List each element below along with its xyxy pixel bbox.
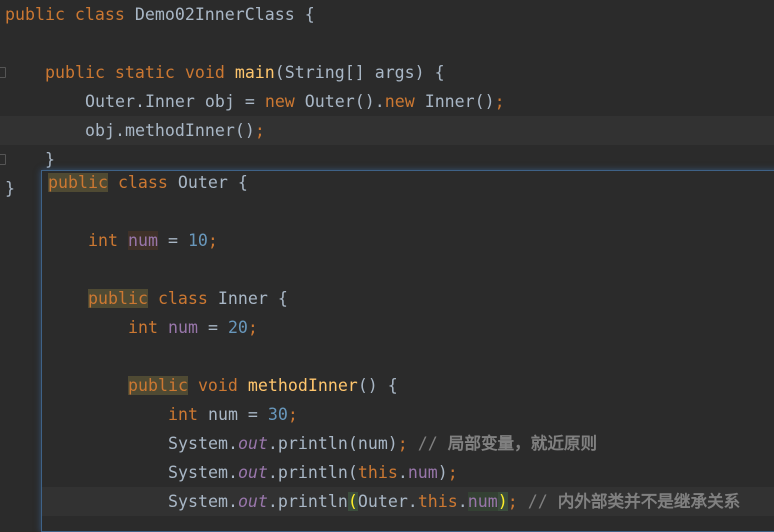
code-token: // (407, 434, 448, 453)
code-token: 20 (227, 318, 248, 337)
code-token: new (264, 92, 305, 111)
code-line[interactable]: int num = 10; (88, 226, 218, 255)
code-token: } (5, 179, 15, 198)
code-line[interactable]: int num = 20; (128, 313, 258, 342)
code-line[interactable]: System.out.println(Outer.this.num); // 内… (168, 487, 740, 516)
code-line[interactable]: System.out.println(this.num); (168, 458, 458, 487)
code-token: 内外部类并不是继承关系 (557, 492, 741, 511)
code-line[interactable]: public void methodInner() { (128, 371, 398, 400)
code-token: num (167, 318, 198, 337)
code-token: ; (207, 231, 218, 250)
code-token: out (237, 434, 268, 453)
code-token: . (457, 492, 468, 511)
code-token: ; (507, 492, 518, 511)
code-token: int (168, 405, 208, 424)
code-token: ; (494, 92, 505, 111)
code-token: ; (287, 405, 298, 424)
code-token: public (48, 173, 108, 192)
code-token: . (397, 463, 408, 482)
code-token: public static void (45, 63, 235, 82)
code-line[interactable]: public class Demo02InnerClass { (5, 0, 315, 29)
code-token: } (45, 150, 55, 169)
code-line[interactable]: System.out.println(num); // 局部变量，就近原则 (168, 429, 597, 458)
code-token: Demo02InnerClass { (134, 5, 315, 24)
code-token: 局部变量，就近原则 (447, 434, 598, 453)
code-token: Inner { (217, 289, 288, 308)
code-token: public (128, 376, 188, 395)
code-token: ( (347, 492, 358, 511)
code-token: ) (437, 463, 448, 482)
code-token: Outer.Inner obj = (85, 92, 265, 111)
code-line[interactable]: Outer.Inner obj = new Outer().new Inner(… (85, 87, 505, 116)
code-token: num (407, 463, 438, 482)
code-line[interactable]: int num = 30; (168, 400, 298, 429)
code-token: num (127, 231, 158, 250)
code-token: (String[] args) { (274, 63, 445, 82)
code-token: out (237, 463, 268, 482)
code-token: methodInner (247, 376, 358, 395)
code-token: obj.methodInner() (85, 121, 255, 140)
code-token: Outer. (357, 492, 418, 511)
code-token: System. (168, 463, 238, 482)
code-token: new (384, 92, 425, 111)
code-token: Outer { (177, 173, 248, 192)
code-token: this (417, 492, 458, 511)
code-token: .println(num) (267, 434, 398, 453)
code-token: void (187, 376, 248, 395)
code-token: System. (168, 434, 238, 453)
code-token: 30 (267, 405, 288, 424)
code-token: ; (254, 121, 265, 140)
code-token: () { (357, 376, 398, 395)
code-token: ; (447, 463, 458, 482)
fold-marker-icon[interactable] (0, 67, 6, 78)
code-token: System. (168, 492, 238, 511)
code-token: 10 (187, 231, 208, 250)
code-line[interactable]: public static void main(String[] args) { (45, 58, 445, 87)
code-token: ; (247, 318, 258, 337)
class-definition-popup[interactable]: public class Outer { int num = 10; public … (41, 170, 774, 532)
code-line[interactable]: public class Inner { (88, 284, 288, 313)
code-token: class (147, 289, 218, 308)
code-token: public (88, 289, 148, 308)
code-token: ) (497, 492, 508, 511)
code-token: .println( (267, 463, 358, 482)
code-token: = (197, 318, 228, 337)
code-token: = (157, 231, 188, 250)
code-token: out (237, 492, 268, 511)
code-token: num (467, 492, 498, 511)
code-token: Inner() (424, 92, 495, 111)
code-token: int (128, 318, 168, 337)
code-token: int (88, 231, 128, 250)
code-token: ; (397, 434, 408, 453)
code-token: public class (5, 5, 135, 24)
code-token: Outer(). (304, 92, 385, 111)
code-token: this (357, 463, 398, 482)
code-token: .println (267, 492, 348, 511)
code-line[interactable]: public class Outer { (48, 171, 248, 197)
code-line[interactable]: } (5, 174, 15, 203)
code-line[interactable]: obj.methodInner(); (85, 116, 265, 145)
code-token: num = (207, 405, 268, 424)
fold-marker-icon[interactable] (0, 154, 6, 165)
code-token: main (234, 63, 275, 82)
code-token: class (107, 173, 178, 192)
code-token: // (517, 492, 558, 511)
